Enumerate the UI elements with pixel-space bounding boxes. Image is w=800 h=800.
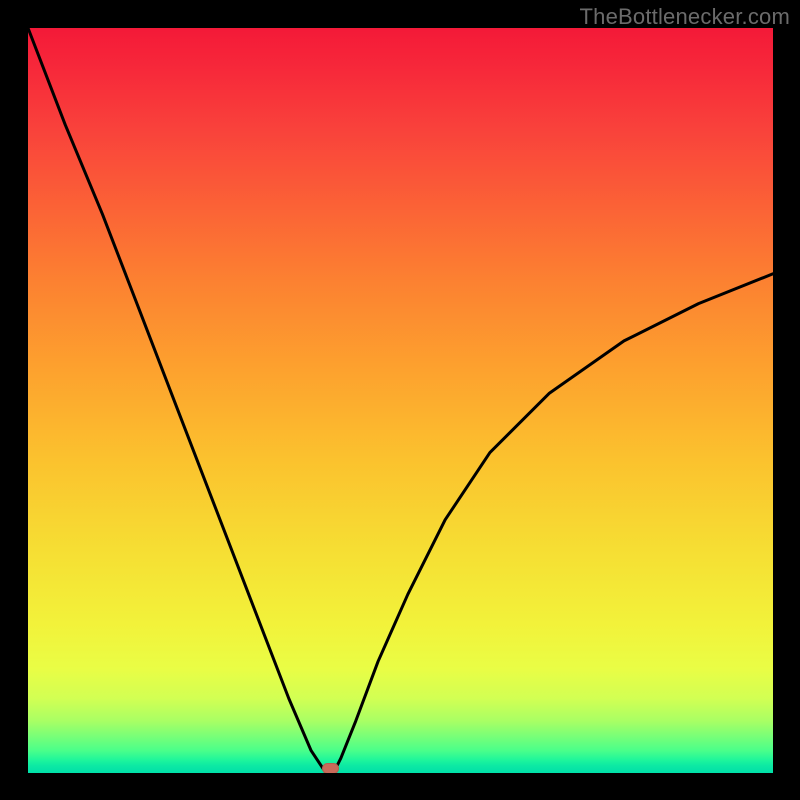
optimal-point-marker <box>322 763 339 773</box>
chart-plot-area <box>28 28 773 773</box>
watermark-text: TheBottlenecker.com <box>580 4 790 30</box>
chart-frame: TheBottlenecker.com <box>0 0 800 800</box>
bottleneck-curve <box>28 28 773 773</box>
